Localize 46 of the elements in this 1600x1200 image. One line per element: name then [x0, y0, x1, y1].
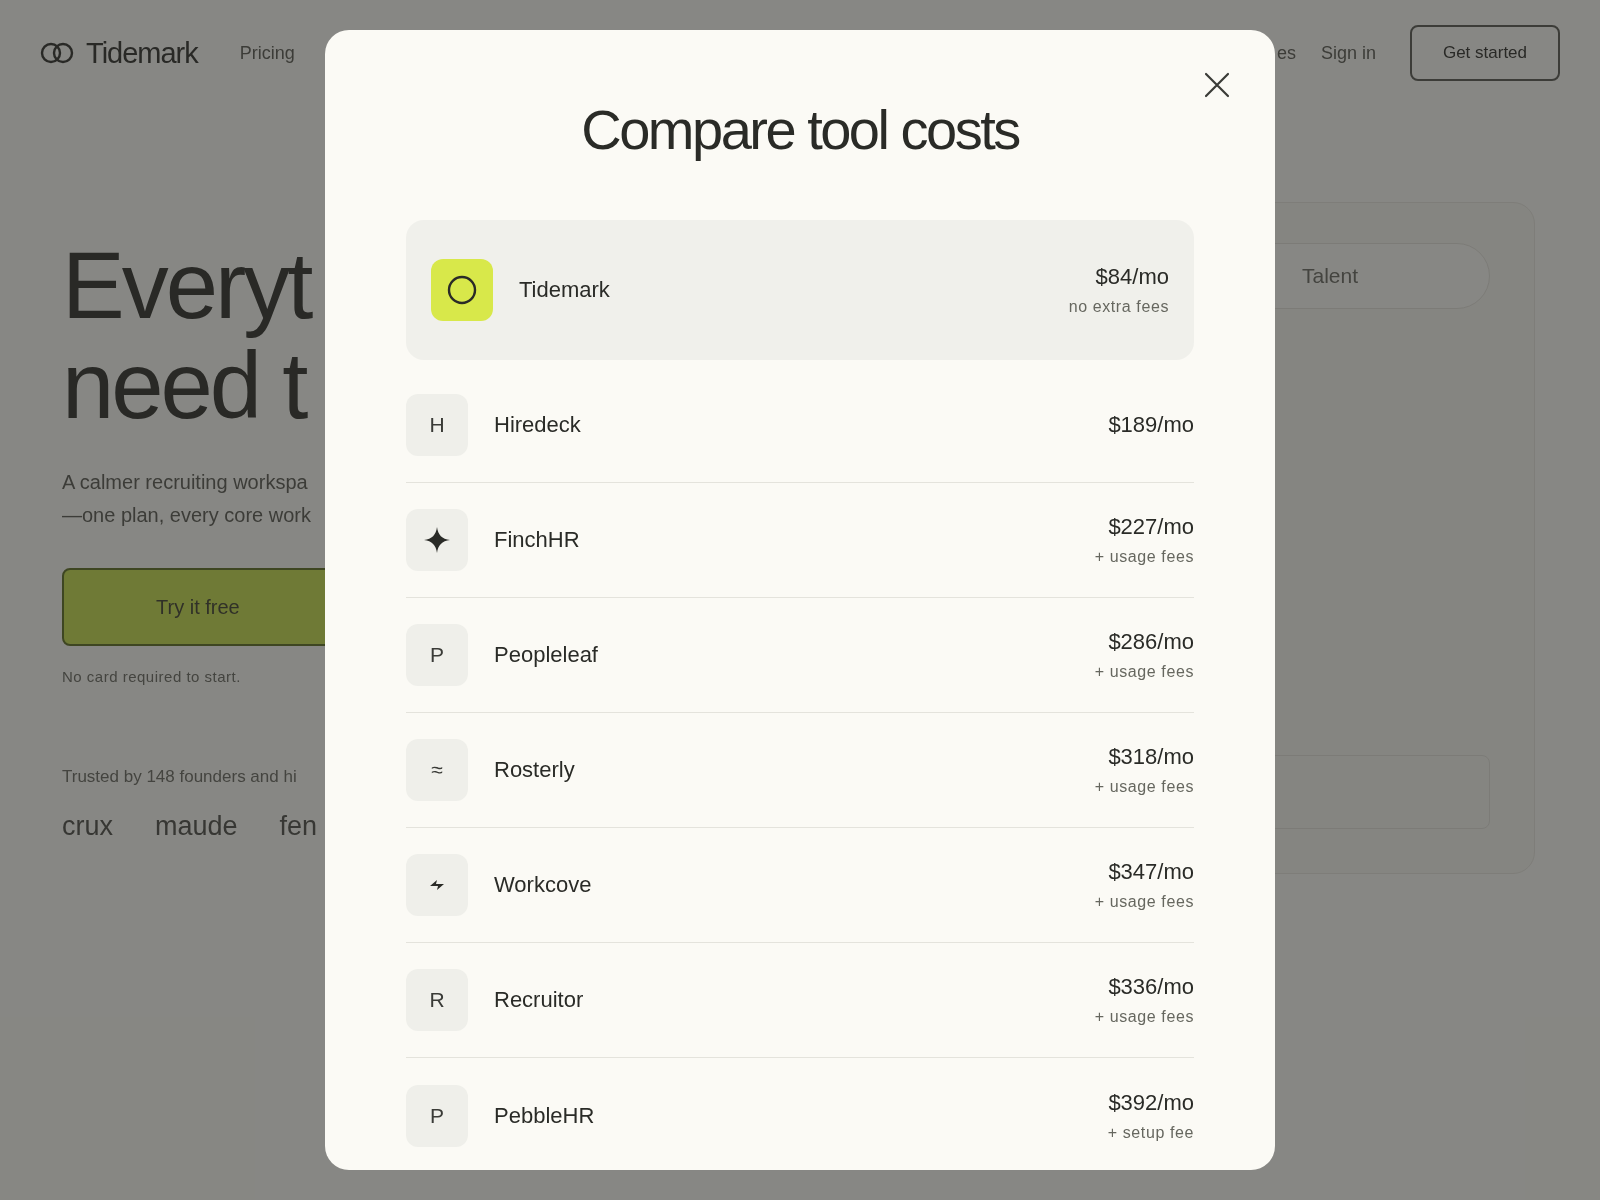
tool-name: Hiredeck	[494, 412, 581, 438]
note: No card required to start.	[62, 668, 242, 685]
dialog-title: Compare tool costs	[580, 98, 1021, 162]
sparkle-icon	[406, 509, 468, 571]
subtitle: —one plan, every core work	[62, 503, 312, 528]
customer-logo: fen	[279, 811, 318, 842]
brand-name: Tidemark	[86, 36, 198, 70]
bolt-icon	[406, 854, 468, 916]
letter-tile: ≈	[406, 739, 468, 801]
nav-link[interactable]: Pricing	[239, 42, 295, 64]
customer-logo: maude	[155, 811, 238, 842]
fee-note: + usage fees	[1094, 778, 1194, 796]
price: $318/mo	[1108, 744, 1194, 770]
letter-tile: P	[406, 1084, 468, 1147]
ring-icon	[431, 259, 493, 321]
tool-name: Tidemark	[519, 277, 610, 303]
fee-note: + usage fees	[1094, 663, 1194, 681]
price: $286/mo	[1108, 629, 1194, 655]
price: $347/mo	[1108, 859, 1194, 885]
nav-link[interactable]: Sign in	[1320, 42, 1376, 64]
letter-tile: H	[406, 394, 468, 456]
tool-name: Workcove	[494, 872, 592, 898]
price: $392/mo	[1108, 1089, 1194, 1116]
headline: Everyt	[62, 236, 313, 336]
price: $84/mo	[1095, 264, 1169, 290]
price: $189/mo	[1108, 412, 1194, 438]
price: $227/mo	[1108, 514, 1194, 540]
tool-name: PebbleHR	[494, 1102, 595, 1129]
price: $336/mo	[1108, 974, 1194, 1000]
tool-name: Peopleleaf	[494, 642, 598, 668]
trusted-text: Trusted by 148 founders and hi	[62, 767, 298, 787]
fee-note: + usage fees	[1094, 548, 1194, 566]
get-started-button[interactable]: Get started	[1410, 25, 1560, 81]
close-icon[interactable]	[1204, 72, 1230, 98]
fee-note: + usage fees	[1094, 893, 1194, 911]
tool-name: FinchHR	[494, 527, 580, 553]
subtitle: A calmer recruiting workspa	[62, 470, 309, 495]
letter-tile: R	[406, 969, 468, 1031]
fee-note: + usage fees	[1094, 1008, 1194, 1026]
fee-note: + setup fee	[1107, 1123, 1194, 1142]
tool-name: Rosterly	[494, 757, 575, 783]
customer-logo: crux	[62, 811, 113, 842]
logo-icon	[38, 41, 76, 65]
tool-name: Recruitor	[494, 987, 584, 1013]
letter-tile: P	[406, 624, 468, 686]
nav-link[interactable]: es	[1276, 42, 1296, 64]
